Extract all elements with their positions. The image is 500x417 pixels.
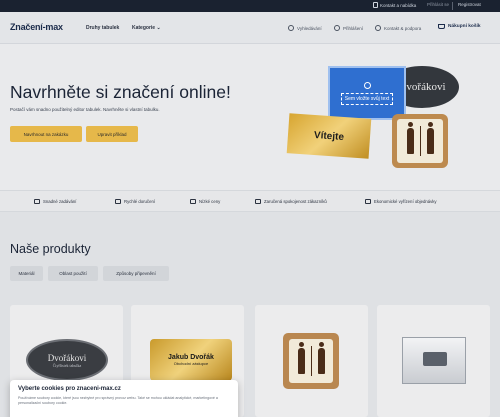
hero-title: Navrhněte si značení online!	[10, 82, 231, 102]
feature-item: Snadné zadávání	[34, 199, 76, 204]
shield-icon	[365, 199, 371, 204]
feature-label: Ekonomické vyřízení objednávky	[374, 199, 437, 204]
product-image-name-badge: Jakub Dvořák Obchodní zástupce	[150, 339, 232, 381]
account-button[interactable]: Přihlášení	[334, 25, 363, 31]
login-label: Přihlásit se	[427, 2, 450, 7]
cart-label: Nákupní košík	[448, 24, 481, 29]
search-button[interactable]: Vyhledávání	[288, 25, 322, 31]
cart-button[interactable]: Nákupní košík	[438, 24, 481, 29]
search-label: Vyhledávání	[297, 25, 322, 31]
nav-item-categories[interactable]: Kategorie ⌄	[132, 25, 161, 31]
truck-icon	[115, 199, 121, 204]
nav-item-sign-types[interactable]: Druhy tabulek	[86, 25, 119, 31]
logo[interactable]: Značení-max	[10, 22, 63, 32]
product-image-restroom-sign	[283, 333, 339, 389]
site-header: Značení-max Druhy tabulek Kategorie ⌄ Vy…	[0, 12, 500, 44]
product-badge-sub: Obchodní zástupce	[173, 361, 209, 366]
login-link[interactable]: Přihlásit se	[427, 2, 449, 7]
contact-label: Kontakt a nabídka	[380, 2, 417, 8]
cookie-title: Vyberte cookies pro znaceni-max.cz	[18, 386, 121, 392]
cart-icon	[438, 24, 445, 29]
register-label: Registrovat	[458, 2, 481, 7]
product-badge-name: Jakub Dvořák	[168, 354, 214, 361]
feature-label: Snadné zadávání	[43, 199, 77, 204]
hero-sign-blue-text: Sem vložte svůj text	[340, 92, 394, 105]
filter-mounting[interactable]: Způsoby připevnění	[103, 266, 169, 281]
product-oval-name: Dvořákovi	[47, 352, 87, 363]
register-link[interactable]: Registrovat	[458, 2, 481, 7]
search-icon	[288, 25, 294, 31]
feature-item: Zaručená spokojenost zákazníků	[255, 199, 327, 204]
rotate-icon	[363, 81, 371, 89]
headset-icon	[375, 25, 381, 31]
document-icon	[373, 2, 378, 8]
contact-link[interactable]: Kontakt a nabídka	[373, 2, 416, 8]
feature-item: Ekonomické vyřízení objednávky	[365, 199, 437, 204]
heart-icon	[255, 199, 261, 204]
product-image-oval-sign: Dvořákovi Čtyřlístek tabulka	[26, 339, 108, 381]
man-icon	[426, 122, 434, 154]
cookie-dialog: Vyberte cookies pro znaceni-max.cz Použí…	[10, 380, 238, 417]
hero-banner: Navrhněte si značení online! Postačí vám…	[0, 44, 500, 190]
nav-item-categories-label: Kategorie	[132, 25, 156, 31]
hero-subtitle: Postačí vám snadno použitelný editor tab…	[10, 107, 160, 112]
restroom-icon	[397, 119, 443, 163]
help-label: Kontakt & podpora	[384, 25, 422, 31]
restroom-icon	[289, 339, 333, 383]
divider-line	[310, 346, 312, 376]
help-button[interactable]: Kontakt & podpora	[375, 25, 421, 31]
cookie-text: Používáme soubory cookie, které jsou nez…	[18, 396, 218, 405]
top-bar: Kontakt a nabídka Přihlásit se Registrov…	[0, 0, 500, 12]
hero-sign-blue: Sem vložte svůj text	[328, 66, 406, 120]
woman-icon	[406, 122, 414, 154]
woman-icon	[297, 342, 305, 374]
feature-label: Zaručená spokojenost zákazníků	[264, 199, 327, 204]
hero-sign-gold: Vítejte	[286, 113, 372, 159]
edit-example-button[interactable]: Upravit příklad	[86, 126, 138, 142]
user-icon	[334, 25, 340, 31]
product-image-office	[402, 337, 466, 384]
product-oval-sub: Čtyřlístek tabulka	[52, 362, 82, 368]
hero-sign-restroom	[392, 114, 448, 168]
top-bar-divider	[452, 2, 453, 10]
feature-label: Nízké ceny	[199, 199, 221, 204]
feature-item: Nízké ceny	[190, 199, 220, 204]
divider-line	[419, 126, 421, 156]
chevron-down-icon: ⌄	[156, 25, 161, 31]
features-bar: Snadné zadávání Rychlé doručení Nízké ce…	[0, 190, 500, 212]
filter-usage-area[interactable]: Oblast použití	[48, 266, 98, 281]
products-title: Naše produkty	[10, 242, 91, 256]
wallet-icon	[190, 199, 196, 204]
design-custom-button[interactable]: Navrhnout na zakázku	[10, 126, 82, 142]
man-icon	[317, 342, 325, 374]
edit-icon	[34, 199, 40, 204]
hero-sign-gold-text: Vítejte	[313, 129, 345, 143]
feature-item: Rychlé doručení	[115, 199, 155, 204]
account-label: Přihlášení	[343, 25, 364, 31]
filter-material[interactable]: Materiál	[10, 266, 43, 281]
feature-label: Rychlé doručení	[124, 199, 156, 204]
